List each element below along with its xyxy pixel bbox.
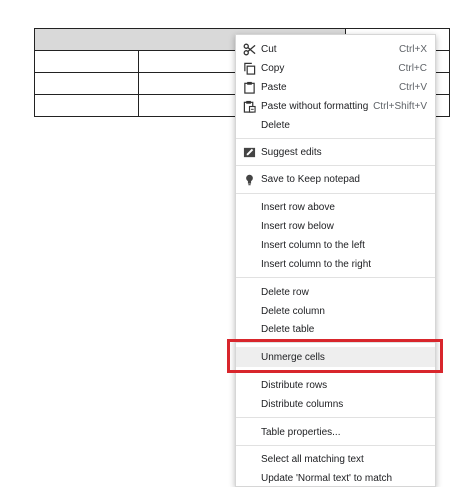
menu-item-label: Suggest edits	[261, 146, 322, 158]
menu-item-insert-column-left[interactable]: Insert column to the left	[236, 236, 435, 254]
menu-item-update-normal-text[interactable]: Update 'Normal text' to match	[236, 469, 435, 486]
menu-divider	[236, 193, 435, 194]
menu-item-delete-row[interactable]: Delete row	[236, 283, 435, 301]
menu-item-insert-row-below[interactable]: Insert row below	[236, 217, 435, 235]
menu-item-select-all-matching[interactable]: Select all matching text	[236, 450, 435, 468]
menu-item-label: Cut	[261, 43, 277, 55]
menu-item-paste[interactable]: Paste Ctrl+V	[236, 78, 435, 96]
shortcut-label: Ctrl+V	[398, 81, 427, 93]
menu-item-label: Insert column to the left	[261, 239, 365, 251]
menu-item-suggest-edits[interactable]: Suggest edits	[236, 143, 435, 161]
context-menu: Cut Ctrl+X Copy Ctrl+C Paste Ctrl+V Past…	[235, 34, 436, 487]
menu-item-label: Select all matching text	[261, 453, 364, 465]
menu-item-label: Insert column to the right	[261, 258, 372, 270]
menu-item-label: Insert row above	[261, 201, 335, 213]
menu-item-label: Paste	[261, 81, 287, 93]
menu-divider	[236, 165, 435, 166]
table-cell[interactable]	[138, 72, 243, 95]
menu-item-label: Delete row	[261, 286, 309, 298]
table-cell[interactable]	[34, 50, 139, 73]
menu-item-delete-column[interactable]: Delete column	[236, 302, 435, 320]
menu-item-paste-without-formatting[interactable]: Paste without formatting Ctrl+Shift+V	[236, 97, 435, 115]
menu-item-label: Insert row below	[261, 220, 334, 232]
highlight-annotation-box	[227, 339, 443, 373]
menu-item-label: Delete table	[261, 323, 315, 335]
menu-item-label: Save to Keep notepad	[261, 173, 360, 185]
menu-divider	[236, 138, 435, 139]
menu-item-delete-table[interactable]: Delete table	[236, 320, 435, 338]
menu-item-label: Update 'Normal text' to match	[261, 472, 393, 484]
menu-item-label: Table properties...	[261, 426, 341, 438]
menu-divider	[236, 277, 435, 278]
menu-item-label: Copy	[261, 62, 285, 74]
scissors-icon	[242, 42, 256, 56]
table-cell[interactable]	[34, 94, 139, 117]
menu-item-label: Distribute columns	[261, 398, 344, 410]
menu-item-cut[interactable]: Cut Ctrl+X	[236, 40, 435, 58]
shortcut-label: Ctrl+C	[398, 62, 427, 74]
menu-item-distribute-rows[interactable]: Distribute rows	[236, 376, 435, 394]
menu-item-label: Delete column	[261, 305, 325, 317]
menu-item-save-to-keep[interactable]: Save to Keep notepad	[236, 170, 435, 188]
table-cell[interactable]	[34, 72, 139, 95]
shortcut-label: Ctrl+X	[398, 43, 427, 55]
menu-item-label: Distribute rows	[261, 379, 328, 391]
menu-item-copy[interactable]: Copy Ctrl+C	[236, 59, 435, 77]
shortcut-label: Ctrl+Shift+V	[373, 100, 427, 112]
menu-item-insert-column-right[interactable]: Insert column to the right	[236, 255, 435, 273]
menu-divider	[236, 417, 435, 418]
lightbulb-icon	[242, 172, 256, 186]
clipboard-icon	[242, 80, 256, 94]
menu-item-distribute-columns[interactable]: Distribute columns	[236, 395, 435, 413]
table-cell[interactable]	[138, 50, 243, 73]
copy-icon	[242, 61, 256, 75]
suggest-edit-icon	[242, 145, 256, 159]
menu-item-delete[interactable]: Delete	[236, 116, 435, 134]
menu-item-insert-row-above[interactable]: Insert row above	[236, 198, 435, 216]
menu-divider	[236, 445, 435, 446]
menu-item-table-properties[interactable]: Table properties...	[236, 423, 435, 441]
menu-item-label: Delete	[261, 119, 290, 131]
table-cell[interactable]	[138, 94, 243, 117]
menu-item-label: Paste without formatting	[261, 100, 369, 112]
clipboard-plain-icon	[242, 99, 256, 113]
